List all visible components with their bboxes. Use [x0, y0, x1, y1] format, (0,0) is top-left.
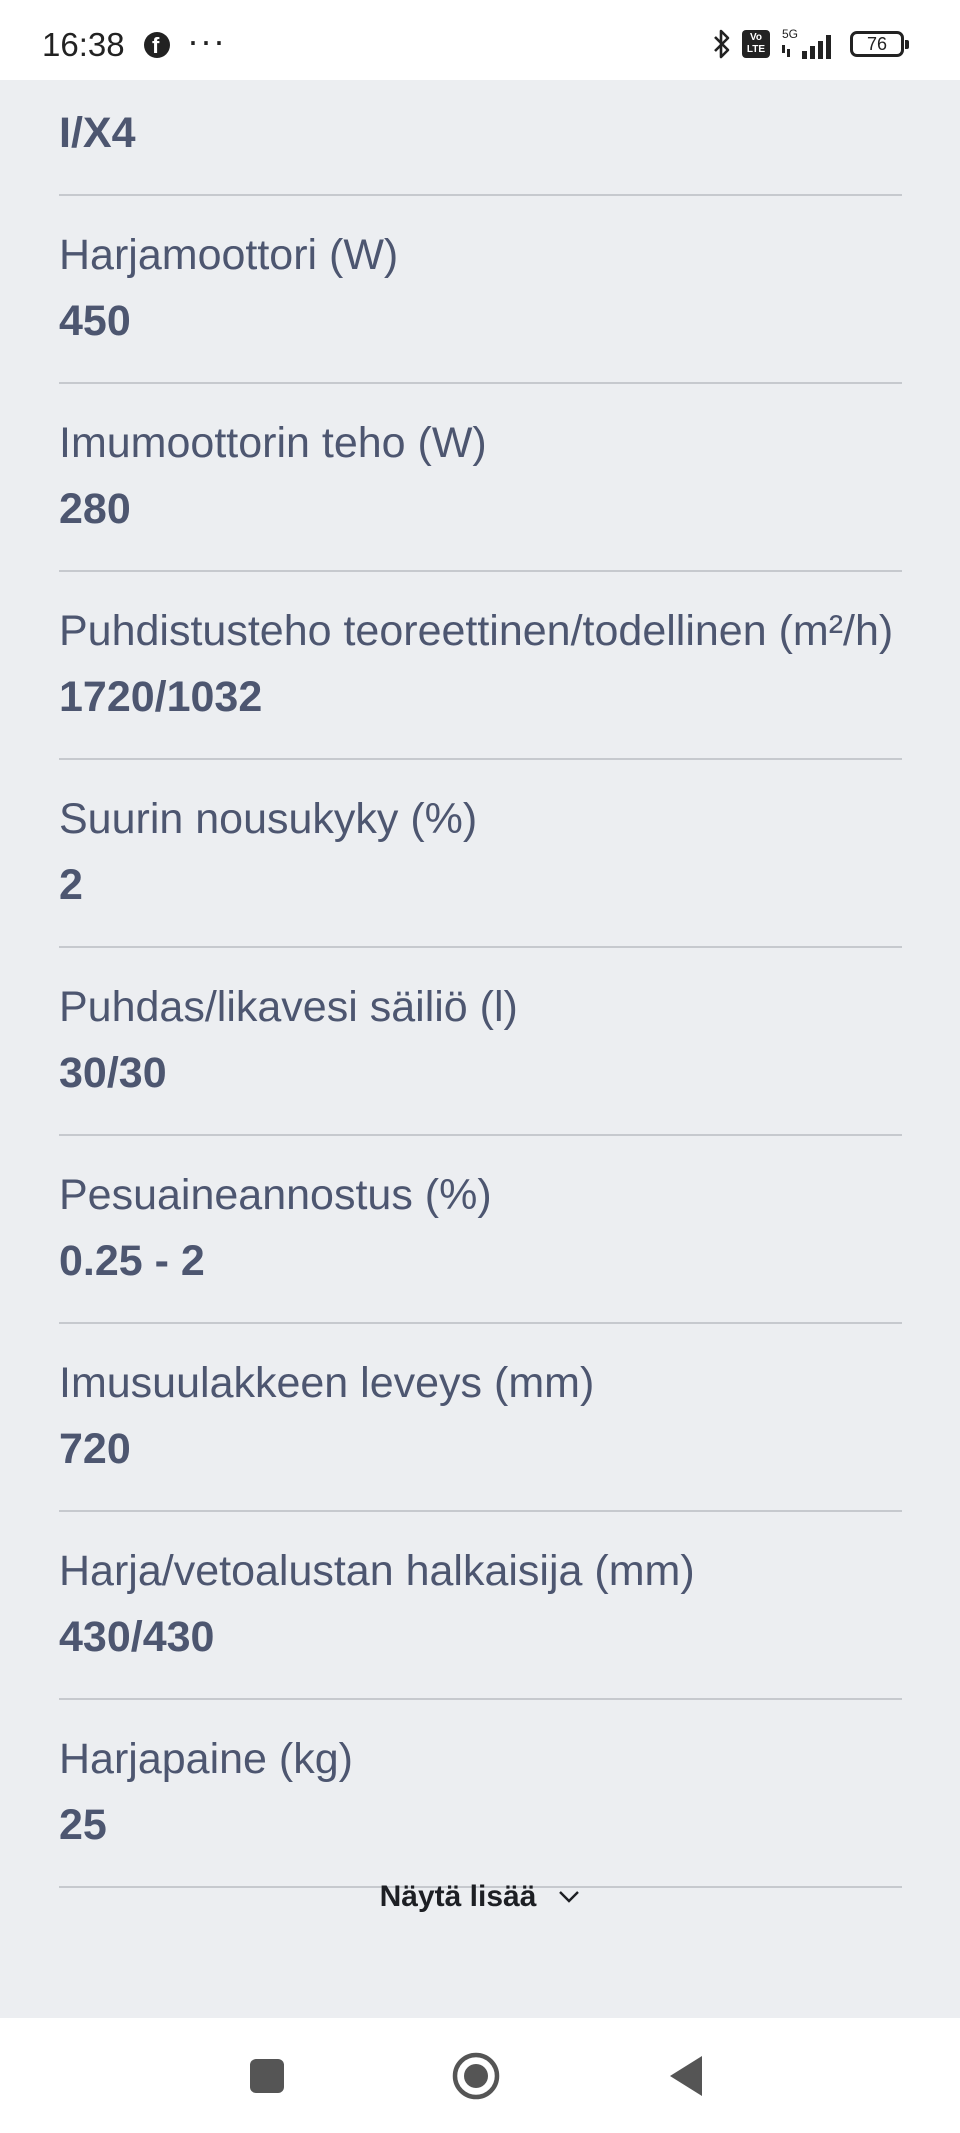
spec-row: I/X4 [59, 80, 902, 196]
spec-label: Harjapaine (kg) [59, 1735, 353, 1783]
spec-value: 720 [59, 1425, 131, 1473]
network-label: 5G [782, 27, 798, 41]
spec-label: Puhdas/likavesi säiliö (l) [59, 983, 518, 1031]
status-time: 16:38 [42, 26, 125, 63]
status-bar: 16:38 ··· Vo LTE 5G 76 [0, 0, 960, 80]
spec-value: 280 [59, 485, 131, 533]
spec-value: 430/430 [59, 1613, 215, 1661]
volte-icon: Vo LTE [742, 30, 770, 58]
spec-value: I/X4 [59, 109, 136, 157]
spec-row: Harjamoottori (W) 450 [59, 196, 902, 384]
spec-label: Imusuulakkeen leveys (mm) [59, 1359, 595, 1407]
spec-label: Imumoottorin teho (W) [59, 419, 487, 467]
5g-signal-icon: 5G [780, 27, 840, 61]
spec-value: 25 [59, 1801, 107, 1849]
facebook-icon [144, 32, 170, 59]
spec-value: 30/30 [59, 1049, 167, 1097]
bluetooth-icon [712, 28, 732, 60]
spec-row: Suurin nousukyky (%) 2 [59, 760, 902, 948]
show-more-label: Näytä lisää [379, 1880, 537, 1913]
spec-value: 450 [59, 297, 131, 345]
spec-value: 1720/1032 [59, 673, 263, 721]
spec-row: Harja/vetoalustan halkaisija (mm) 430/43… [59, 1512, 902, 1700]
spec-label: Suurin nousukyky (%) [59, 795, 478, 843]
back-button[interactable] [660, 2050, 712, 2102]
spec-label: Pesuaineannostus (%) [59, 1171, 492, 1219]
chevron-down-icon [558, 1890, 580, 1904]
spec-value: 2 [59, 861, 83, 909]
spec-row: Pesuaineannostus (%) 0.25 - 2 [59, 1136, 902, 1324]
spec-row: Puhdas/likavesi säiliö (l) 30/30 [59, 948, 902, 1136]
spec-label: Harjamoottori (W) [59, 231, 399, 279]
spec-row: Imumoottorin teho (W) 280 [59, 384, 902, 572]
battery-icon: 76 [850, 31, 909, 57]
spec-row: Imusuulakkeen leveys (mm) 720 [59, 1324, 902, 1512]
spec-list: I/X4 Harjamoottori (W) 450 Imumoottorin … [59, 80, 902, 1888]
navigation-bar [0, 2018, 960, 2133]
recent-apps-button[interactable] [241, 2050, 293, 2102]
back-icon [670, 2056, 702, 2096]
home-icon [452, 2052, 500, 2100]
system-icons: Vo LTE 5G 76 [712, 26, 909, 62]
spec-value: 0.25 - 2 [59, 1237, 205, 1285]
spec-label: Puhdistusteho teoreettinen/todellinen (m… [59, 607, 894, 655]
more-dots-icon: ··· [187, 20, 226, 61]
spec-label: Harja/vetoalustan halkaisija (mm) [59, 1547, 695, 1595]
spec-row: Harjapaine (kg) 25 [59, 1700, 902, 1888]
show-more-button[interactable]: Näytä lisää [0, 1880, 960, 1914]
home-button[interactable] [450, 2050, 502, 2102]
spec-row: Puhdistusteho teoreettinen/todellinen (m… [59, 572, 902, 760]
recent-apps-icon [250, 2059, 284, 2093]
